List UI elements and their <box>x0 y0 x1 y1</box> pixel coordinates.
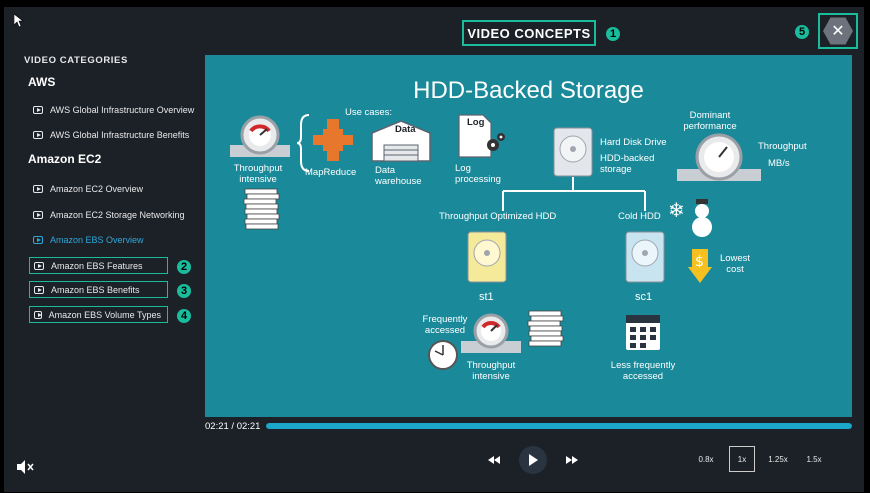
play-icon <box>33 105 43 114</box>
item-badge-2: 2 <box>177 260 191 274</box>
sidebar-item-ec2-overview[interactable]: Amazon EC2 Overview <box>33 180 143 197</box>
fast-forward-button[interactable] <box>561 449 583 471</box>
dominant-performance-label: Dominant performance <box>683 110 737 133</box>
clock-icon <box>428 340 458 370</box>
less-frequently-accessed-label: Less frequently accessed <box>610 360 676 383</box>
title-badge: 1 <box>606 27 620 41</box>
mouse-cursor-icon <box>14 14 24 28</box>
play-icon <box>529 454 538 466</box>
throughput-gauge-small-icon <box>461 313 521 353</box>
cold-hdd-label: Cold HDD <box>618 211 661 222</box>
cost-down-arrow-icon: $ <box>688 249 712 283</box>
sc1-drive-icon <box>625 231 665 283</box>
paper-stack-icon-2 <box>527 310 564 347</box>
close-badge: 5 <box>795 25 809 39</box>
use-cases-label: Use cases: <box>345 107 392 118</box>
calendar-icon <box>626 315 660 350</box>
rewind-button[interactable] <box>483 449 505 471</box>
sidebar-item-label: Amazon EBS Benefits <box>51 284 140 295</box>
dollar-sign: $ <box>695 254 704 270</box>
close-icon: ✕ <box>823 17 853 45</box>
pressure-gauge-icon <box>230 115 290 157</box>
close-button[interactable]: ✕ <box>818 13 858 49</box>
hdd-backed-storage-label: HDD-backed storage <box>600 153 655 176</box>
data-warehouse-label: Data warehouse <box>375 165 422 188</box>
st1-label: st1 <box>479 291 494 303</box>
snowman-icon: ❄ <box>668 198 712 237</box>
sidebar-item-ec2-storage-networking[interactable]: Amazon EC2 Storage Networking <box>33 206 185 223</box>
sidebar-item-ebs-benefits[interactable]: Amazon EBS Benefits <box>29 281 168 298</box>
sidebar-item-aws-global-overview[interactable]: AWS Global Infrastructure Overview <box>33 101 194 118</box>
tree-connector <box>502 177 646 211</box>
progress-fill <box>266 423 852 429</box>
mapreduce-label: MapReduce <box>305 167 357 178</box>
mute-icon[interactable] <box>16 460 34 474</box>
play-icon <box>33 130 43 139</box>
group-title-ec2: Amazon EC2 <box>28 152 102 166</box>
svg-text:❄: ❄ <box>668 198 685 222</box>
video-categories-sidebar: VIDEO CATEGORIES <box>24 55 204 66</box>
speed-1-25x[interactable]: 1.25x <box>765 446 791 472</box>
throughput-gauge-icon <box>677 133 761 181</box>
speed-0-8x[interactable]: 0.8x <box>693 446 719 472</box>
time-readout: 02:21 / 02:21 <box>205 420 261 432</box>
group-title-aws: AWS <box>28 75 56 89</box>
fast-forward-icon <box>566 456 578 464</box>
hard-disk-icon <box>553 127 593 177</box>
sidebar-item-label: AWS Global Infrastructure Overview <box>50 104 195 115</box>
sidebar-item-label: Amazon EBS Volume Types <box>48 309 161 320</box>
video-concepts-title: VIDEO CONCEPTS <box>462 20 596 46</box>
speed-1x[interactable]: 1x <box>729 446 755 472</box>
sidebar-item-ebs-volume-types[interactable]: Amazon EBS Volume Types <box>29 306 168 323</box>
play-icon <box>34 310 42 319</box>
hard-disk-drive-label: Hard Disk Drive <box>600 137 667 148</box>
rewind-icon <box>488 456 500 464</box>
sidebar-item-label: Amazon EBS Features <box>51 260 143 271</box>
mbs-label: MB/s <box>768 158 790 169</box>
sidebar-item-label: Amazon EBS Overview <box>50 234 144 245</box>
lowest-cost-label: Lowest cost <box>719 253 751 276</box>
mapreduce-icon <box>313 119 353 161</box>
sidebar-item-label: AWS Global Infrastructure Benefits <box>50 129 190 140</box>
throughput-label: Throughput <box>758 141 807 152</box>
playback-controls <box>483 446 583 474</box>
sidebar-item-aws-global-benefits[interactable]: AWS Global Infrastructure Benefits <box>33 126 189 143</box>
play-icon <box>33 235 43 244</box>
log-label: Log <box>467 117 485 128</box>
paper-stack-icon <box>243 188 280 230</box>
data-label: Data <box>395 124 416 135</box>
throughput-optimized-hdd-label: Throughput Optimized HDD <box>439 211 557 222</box>
sc1-label: sc1 <box>635 291 653 303</box>
sidebar-item-ebs-features[interactable]: Amazon EBS Features <box>29 257 168 274</box>
brace-icon <box>297 114 310 172</box>
title-text: VIDEO CONCEPTS <box>467 25 591 41</box>
sidebar-item-label: Amazon EC2 Storage Networking <box>50 209 185 220</box>
item-badge-4: 4 <box>177 309 191 323</box>
speed-1-5x[interactable]: 1.5x <box>801 446 827 472</box>
sidebar-item-ebs-overview[interactable]: Amazon EBS Overview <box>33 231 144 248</box>
play-icon <box>33 184 43 193</box>
progress-bar[interactable] <box>266 423 852 429</box>
video-player-frame[interactable]: HDD-Backed Storage Throughput intensive … <box>205 55 852 417</box>
throughput-intensive-label-2: Throughput intensive <box>466 360 516 383</box>
slide-title: HDD-Backed Storage <box>413 77 644 104</box>
video-categories-heading: VIDEO CATEGORIES <box>24 55 128 66</box>
play-icon <box>34 261 44 270</box>
item-badge-3: 3 <box>177 284 191 298</box>
sidebar-item-label: Amazon EC2 Overview <box>50 183 144 194</box>
play-button[interactable] <box>519 446 547 474</box>
st1-drive-icon <box>467 231 507 283</box>
play-icon <box>33 210 43 219</box>
throughput-intensive-label: Throughput intensive <box>233 163 283 186</box>
progress-row: 02:21 / 02:21 <box>205 419 852 433</box>
speed-options: 0.8x 1x 1.25x 1.5x <box>693 446 827 472</box>
play-icon <box>34 285 44 294</box>
